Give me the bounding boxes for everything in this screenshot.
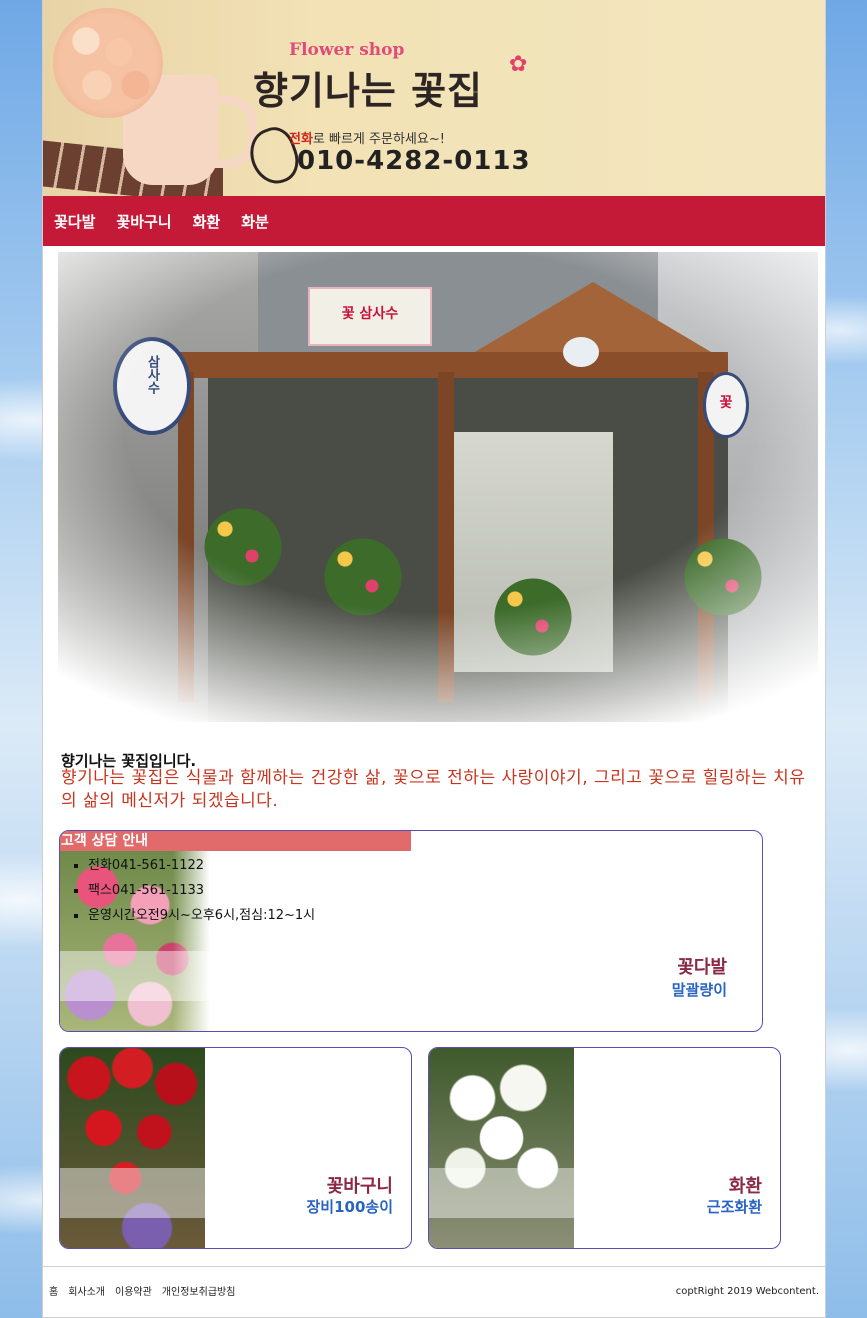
basket-card[interactable]: 꽃바구니 장비100송이 [59,1047,412,1249]
nav-item-wreath[interactable]: 화환 [193,211,221,232]
phone-number[interactable]: 010-4282-0113 [297,146,531,176]
card-subtitle-basket: 장비100송이 [306,1198,393,1216]
intro-text: 향기나는 꽃집은 식물과 함께하는 건강한 삶, 꽃으로 전하는 사랑이야기, … [61,768,806,811]
copyright: coptRight 2019 Webcontent. [675,1286,819,1297]
shop-sign-text: 꽃 삼사수 [341,306,399,322]
flower-display [318,532,408,622]
call-prefix: 전화 [289,132,313,147]
flower-display [678,532,768,622]
nav-item-bouquet[interactable]: 꽃다발 [54,211,95,232]
footer-link-terms[interactable]: 이용약관 [115,1283,152,1298]
brand-logo[interactable]: 향기나는 꽃집 [253,60,483,115]
info-card[interactable]: 고객 상담 안내 전화041-561-1122 팩스041-561-1133 운… [59,830,763,1032]
star-icon: ✿ [509,52,528,77]
hero-image: 꽃 삼사수 삼사수 꽃 [43,252,825,722]
card-subtitle-wreath: 근조화환 [706,1198,762,1216]
flower-shop-label: Flower shop [289,40,405,60]
flower-display [198,502,288,592]
page-container: Flower shop 향기나는 꽃집 ✿ 전화로 빠르게 주문하세요~! 01… [42,0,826,1318]
footer-link-home[interactable]: 홈 [49,1283,58,1298]
lamp [563,337,599,367]
info-list: 전화041-561-1122 팩스041-561-1133 운영시간오전9시~오… [70,853,315,928]
round-sign-text: 삼사수 [144,355,160,394]
wreath-image [429,1048,574,1248]
pergola-post [178,372,194,702]
wreath-card[interactable]: 화환 근조화환 [428,1047,781,1249]
info-heading: 고객 상담 안내 [60,831,411,851]
nav-item-pot[interactable]: 화분 [241,211,269,232]
image-overlay [429,1168,574,1218]
call-suffix: 로 빠르게 주문하세요~! [312,132,445,147]
header-banner: Flower shop 향기나는 꽃집 ✿ 전화로 빠르게 주문하세요~! 01… [43,0,825,196]
shop-front-photo: 꽃 삼사수 삼사수 꽃 [58,252,818,722]
round-sign: 삼사수 [113,337,191,435]
image-overlay [60,951,210,1001]
info-fax: 팩스041-561-1133 [88,878,315,903]
nav-item-basket[interactable]: 꽃바구니 [116,211,171,232]
footer-divider [43,1266,825,1267]
round-sign-right-text: 꽃 [719,395,733,411]
pergola-post [438,372,454,702]
image-overlay [60,1168,205,1218]
main-nav: 꽃다발 꽃바구니 화환 화분 [43,196,825,246]
card-title-basket: 꽃바구니 [326,1176,393,1197]
basket-image [60,1048,205,1248]
hydrangea-image [53,8,163,118]
call-to-order-text: 전화로 빠르게 주문하세요~! [289,128,445,147]
info-hours: 운영시간오전9시~오후6시,점심:12~1시 [88,903,315,928]
footer-link-about[interactable]: 회사소개 [68,1283,105,1298]
card-subtitle-bouquet: 말괄량이 [671,981,727,999]
flower-display [488,572,578,662]
info-phone: 전화041-561-1122 [88,853,315,878]
footer-link-privacy[interactable]: 개인정보취급방침 [162,1283,236,1298]
card-title-wreath: 화환 [728,1176,762,1197]
card-title-bouquet: 꽃다발 [677,957,727,978]
footer-links: 홈 회사소개 이용약관 개인정보취급방침 [49,1283,235,1298]
shop-sign: 꽃 삼사수 [308,287,432,346]
round-sign-right: 꽃 [703,372,749,438]
